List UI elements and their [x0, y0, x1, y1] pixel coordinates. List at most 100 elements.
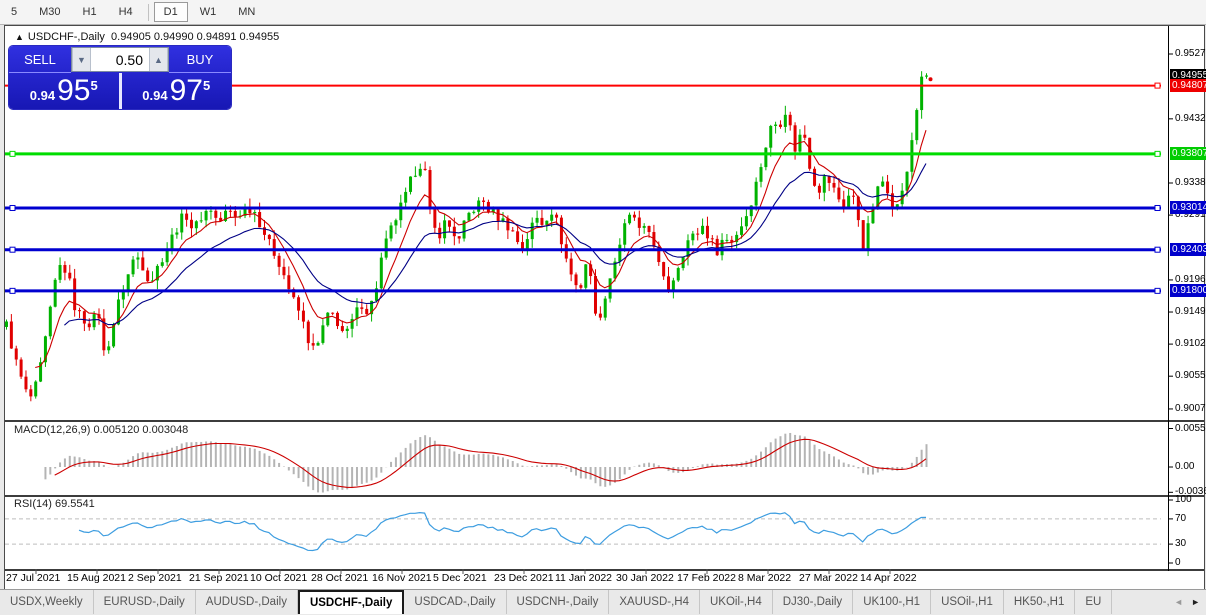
- candle-body: [312, 343, 315, 345]
- candle-body: [648, 226, 651, 232]
- price-chart-canvas[interactable]: [5, 26, 1204, 589]
- tab-scroll-right-icon[interactable]: ►: [1191, 597, 1200, 607]
- candle-body: [847, 196, 850, 208]
- timeframe-button-w1[interactable]: W1: [190, 2, 227, 22]
- candle-body: [560, 218, 563, 245]
- candle-body: [536, 218, 539, 223]
- tab-scroll-arrows: ◄ ►: [1170, 590, 1204, 614]
- candle-body: [672, 280, 675, 289]
- candle-body: [78, 310, 81, 311]
- candle-body: [448, 220, 451, 226]
- timeframe-button-5[interactable]: 5: [1, 2, 27, 22]
- symbol-tab-usdcad-daily[interactable]: USDCAD-,Daily: [404, 590, 506, 614]
- timeframe-button-mn[interactable]: MN: [228, 2, 265, 22]
- panel-separator: [5, 569, 1204, 571]
- symbol-tab-usdx-weekly[interactable]: USDX,Weekly: [0, 590, 94, 614]
- buy-price-button[interactable]: 0.94 97 5: [122, 73, 232, 109]
- volume-increase-button[interactable]: ▲: [149, 48, 168, 71]
- timeframe-button-h4[interactable]: H4: [109, 2, 143, 22]
- candle-body: [701, 226, 704, 234]
- candle-body: [107, 346, 110, 350]
- candle-body: [482, 201, 485, 202]
- timeframe-button-h1[interactable]: H1: [73, 2, 107, 22]
- candle-body: [852, 196, 855, 197]
- date-axis-label: 2 Sep 2021: [128, 572, 182, 584]
- symbol-tab-uk100-h1[interactable]: UK100-,H1: [853, 590, 931, 614]
- rsi-indicator-label: RSI(14) 69.5541: [14, 498, 95, 510]
- candle-body: [253, 212, 256, 213]
- line-handle-marker: [1155, 288, 1160, 293]
- candle-body: [745, 216, 748, 226]
- line-handle-marker: [10, 247, 15, 252]
- buy-price-pip: 5: [203, 78, 210, 93]
- candle-body: [789, 115, 792, 125]
- candle-body: [813, 169, 816, 186]
- date-axis-label: 27 Mar 2022: [799, 572, 858, 584]
- candle-body: [862, 220, 865, 250]
- candle-body: [399, 203, 402, 221]
- candle-body: [424, 169, 427, 170]
- symbol-tab-audusd-daily[interactable]: AUDUSD-,Daily: [196, 590, 298, 614]
- price-badge-level-line: 0.93014: [1170, 201, 1206, 214]
- sell-price-button[interactable]: 0.94 95 5: [9, 73, 119, 109]
- line-handle-marker: [1155, 83, 1160, 88]
- symbol-tabbar: USDX,WeeklyEURUSD-,DailyAUDUSD-,DailyUSD…: [0, 589, 1206, 614]
- rsi-axis-tick: 0: [1175, 557, 1181, 568]
- symbol-tab-eu[interactable]: EU: [1075, 590, 1112, 614]
- date-axis-label: 27 Jul 2021: [6, 572, 60, 584]
- candle-body: [234, 211, 237, 217]
- symbol-tab-eurusd-daily[interactable]: EURUSD-,Daily: [94, 590, 196, 614]
- candle-body: [691, 234, 694, 241]
- candle-body: [180, 214, 183, 233]
- candle-body: [667, 276, 670, 289]
- ma-slow-line: [64, 164, 926, 326]
- buy-button[interactable]: BUY: [169, 46, 231, 73]
- line-handle-marker: [10, 205, 15, 210]
- line-handle-marker: [10, 288, 15, 293]
- candle-body: [278, 256, 281, 267]
- candle-body: [317, 343, 320, 346]
- candle-body: [837, 188, 840, 200]
- volume-decrease-button[interactable]: ▼: [72, 48, 91, 71]
- candle-body: [331, 313, 334, 314]
- rsi-value: 69.5541: [55, 498, 95, 510]
- candle-body: [287, 275, 290, 289]
- candle-body: [273, 239, 276, 256]
- price-axis-tick: 0.93380: [1175, 177, 1206, 188]
- candle-body: [73, 278, 76, 310]
- candle-body: [122, 291, 125, 299]
- line-handle-marker: [1155, 247, 1160, 252]
- timeframe-button-m30[interactable]: M30: [29, 2, 70, 22]
- candle-body: [443, 220, 446, 238]
- sell-button[interactable]: SELL: [9, 46, 71, 73]
- symbol-tab-usoil-h1[interactable]: USOil-,H1: [931, 590, 1004, 614]
- tab-scroll-left-icon[interactable]: ◄: [1174, 597, 1183, 607]
- current-price-dot: [929, 77, 933, 81]
- collapse-arrow-icon[interactable]: ▲: [15, 32, 24, 42]
- candle-body: [579, 285, 582, 288]
- symbol-tab-dj30-daily[interactable]: DJ30-,Daily: [773, 590, 853, 614]
- candle-body: [920, 77, 923, 110]
- candle-body: [604, 299, 607, 318]
- candle-body: [10, 322, 13, 349]
- candle-body: [360, 307, 363, 309]
- timeframe-button-d1[interactable]: D1: [154, 2, 188, 22]
- symbol-tab-hk50-h1[interactable]: HK50-,H1: [1004, 590, 1076, 614]
- candle-body: [268, 235, 271, 239]
- candle-body: [146, 270, 149, 281]
- candle-body: [29, 389, 32, 396]
- candle-body: [555, 215, 558, 218]
- candle-body: [394, 220, 397, 225]
- candle-body: [258, 212, 261, 227]
- symbol-tab-xauusd-h4[interactable]: XAUUSD-,H4: [609, 590, 700, 614]
- candle-body: [24, 377, 27, 390]
- candle-body: [141, 257, 144, 270]
- candle-body: [764, 148, 767, 167]
- candle-body: [63, 265, 66, 273]
- symbol-tab-ukoil-h4[interactable]: UKOil-,H4: [700, 590, 773, 614]
- symbol-tab-usdchf-daily[interactable]: USDCHF-,Daily: [298, 590, 404, 614]
- timeframe-toolbar: 5M30H1H4 D1W1MN: [0, 0, 1206, 25]
- symbol-tab-usdcnh-daily[interactable]: USDCNH-,Daily: [507, 590, 610, 614]
- candle-body: [755, 182, 758, 206]
- volume-value[interactable]: 0.50: [91, 48, 149, 71]
